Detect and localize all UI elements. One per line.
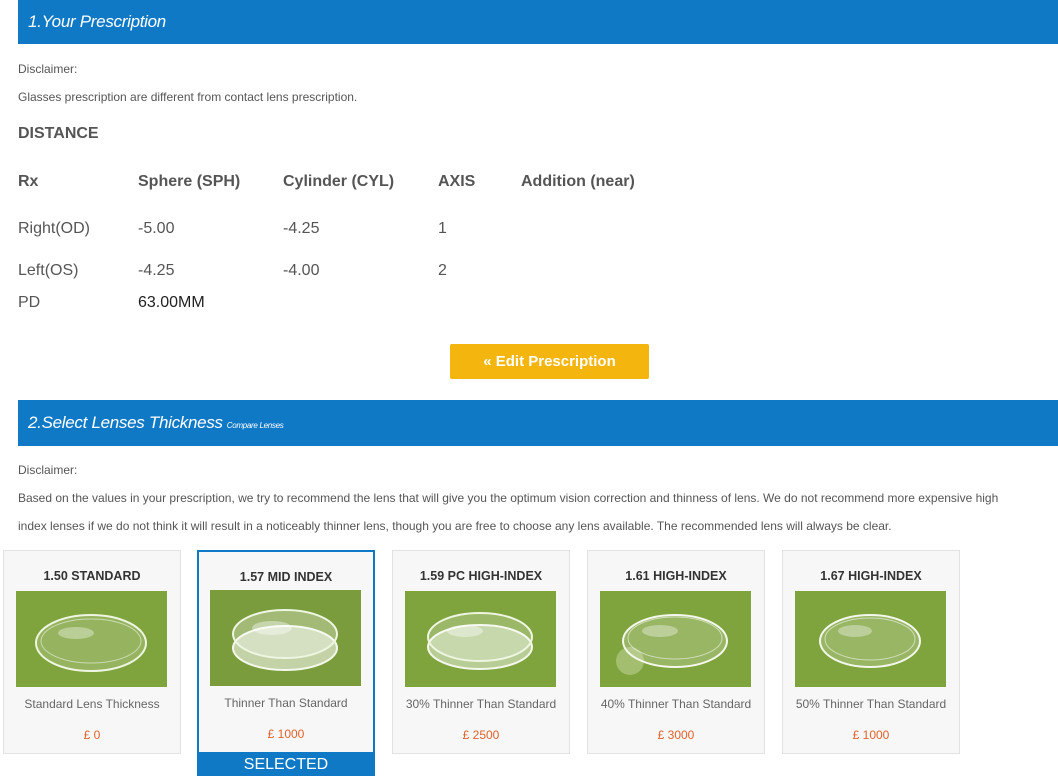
prescription-section-title: 1.Your Prescription bbox=[28, 12, 166, 31]
edit-prescription-button[interactable]: « Edit Prescription bbox=[450, 344, 649, 379]
rx-row-right-label: Right(OD) bbox=[18, 220, 91, 237]
lens-card-1-67[interactable]: 1.67 HIGH-INDEX 50% Thinner Than Standar… bbox=[782, 550, 960, 754]
lens-card-description: 40% Thinner Than Standard bbox=[600, 697, 752, 711]
lens-card-price: £ 1000 bbox=[267, 727, 305, 741]
lens-image bbox=[600, 591, 751, 687]
lens-card-1-59[interactable]: 1.59 PC HIGH-INDEX 30% Thinner Than Stan… bbox=[392, 550, 570, 754]
rx-row-left-label: Left(OS) bbox=[18, 262, 79, 279]
disclaimer-text: Glasses prescription are different from … bbox=[18, 90, 358, 104]
rx-header-sphere: Sphere (SPH) bbox=[138, 173, 241, 190]
lens-card-price: £ 3000 bbox=[657, 728, 695, 742]
lens-card-title: 1.59 PC HIGH-INDEX bbox=[419, 569, 543, 583]
lens-image bbox=[795, 591, 946, 687]
lens-card-price: £ 2500 bbox=[462, 728, 500, 742]
rx-row-left-axis: 2 bbox=[438, 262, 447, 279]
rx-header-rx: Rx bbox=[18, 173, 39, 190]
rx-header-cylinder: Cylinder (CYL) bbox=[283, 173, 395, 190]
lens-card-price: £ 0 bbox=[83, 728, 101, 742]
disclaimer2-label: Disclaimer: bbox=[18, 463, 78, 477]
rx-header-addition: Addition (near) bbox=[521, 173, 635, 190]
lens-card-description: 50% Thinner Than Standard bbox=[795, 697, 947, 711]
lens-card-1-61[interactable]: 1.61 HIGH-INDEX 40% Thinner Than Standar… bbox=[587, 550, 765, 754]
pd-value: 63.00MM bbox=[138, 294, 205, 311]
lens-image bbox=[16, 591, 167, 687]
lens-thickness-section-header: 2.Select Lenses Thickness Compare Lenses bbox=[18, 400, 1058, 446]
disclaimer2-line1: Based on the values in your prescription… bbox=[18, 491, 999, 505]
lens-card-1-50[interactable]: 1.50 STANDARD Standard Lens Thickness £ … bbox=[3, 550, 181, 754]
disclaimer2-line2: index lenses if we do not think it will … bbox=[18, 519, 892, 533]
lens-card-1-57[interactable]: 1.57 MID INDEX Thinner Than Standard £ 1… bbox=[197, 550, 375, 754]
lens-card-description: 30% Thinner Than Standard bbox=[405, 697, 557, 711]
distance-heading: DISTANCE bbox=[18, 125, 99, 142]
lens-card-price: £ 1000 bbox=[852, 728, 890, 742]
rx-row-right-cyl: -4.25 bbox=[283, 220, 320, 237]
lens-image bbox=[405, 591, 556, 687]
disclaimer-label: Disclaimer: bbox=[18, 62, 78, 76]
rx-header-axis: AXIS bbox=[438, 173, 476, 190]
lens-card-title: 1.67 HIGH-INDEX bbox=[820, 569, 922, 583]
lens-thickness-section-title: 2.Select Lenses Thickness bbox=[28, 413, 223, 432]
lens-card-description: Standard Lens Thickness bbox=[24, 697, 160, 711]
lens-card-description: Thinner Than Standard bbox=[224, 696, 348, 710]
lens-card-title: 1.57 MID INDEX bbox=[239, 570, 333, 584]
compare-lenses-link[interactable]: Compare Lenses bbox=[227, 421, 284, 430]
prescription-section-header: 1.Your Prescription bbox=[18, 0, 1058, 44]
lens-image bbox=[210, 590, 361, 686]
rx-row-right-axis: 1 bbox=[438, 220, 447, 237]
pd-label: PD bbox=[18, 294, 41, 311]
rx-row-right-sph: -5.00 bbox=[138, 220, 175, 237]
selected-badge: SELECTED bbox=[197, 754, 375, 776]
lens-card-title: 1.61 HIGH-INDEX bbox=[625, 569, 727, 583]
rx-row-left-cyl: -4.00 bbox=[283, 262, 320, 279]
lens-card-title: 1.50 STANDARD bbox=[43, 569, 141, 583]
rx-row-left-sph: -4.25 bbox=[138, 262, 175, 279]
